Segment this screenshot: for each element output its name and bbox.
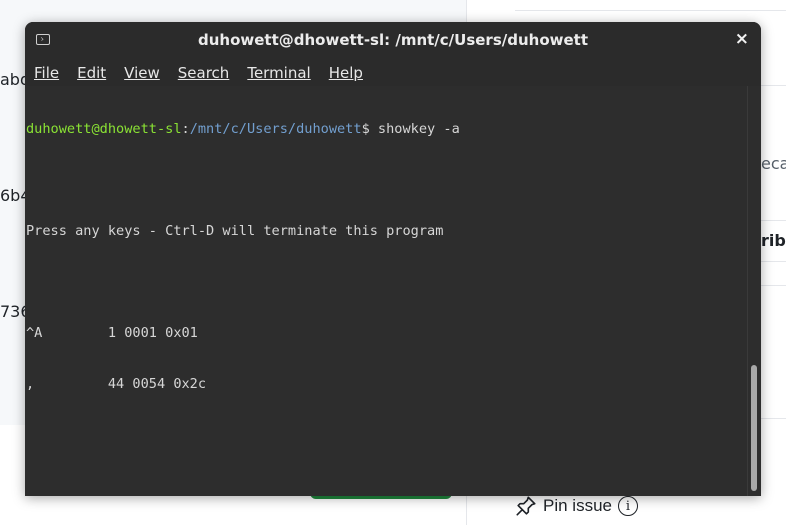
menu-file[interactable]: File (25, 64, 68, 82)
background-text-fragment: eca (761, 154, 786, 173)
window-titlebar[interactable]: duhowett@dhowett-sl: /mnt/c/Users/duhowe… (25, 22, 761, 59)
background-divider-line (515, 10, 786, 11)
menu-search[interactable]: Search (169, 64, 239, 82)
menu-help[interactable]: Help (320, 64, 372, 82)
prompt-command: $ showkey -a (361, 121, 460, 137)
menu-file-label: File (34, 63, 60, 82)
pin-issue-label: Pin issue (543, 496, 612, 515)
menu-view[interactable]: View (115, 64, 169, 82)
scrollbar-track (747, 86, 748, 496)
terminal-line: , 44 0054 0x2c (26, 376, 207, 392)
terminal-output[interactable]: duhowett@dhowett-sl:/mnt/c/Users/duhowet… (25, 86, 747, 496)
pin-icon (516, 496, 536, 516)
pin-issue-button[interactable]: Pin issue i (515, 495, 638, 517)
prompt-path: /mnt/c/Users/duhowett (189, 121, 362, 137)
menu-terminal-label: Terminal (247, 63, 311, 82)
menu-help-label: Help (328, 63, 363, 82)
terminal-line: ^A 1 0001 0x01 (26, 325, 198, 341)
menu-edit[interactable]: Edit (68, 64, 115, 82)
prompt-user: duhowett@dhowett-sl (26, 121, 182, 137)
info-icon[interactable]: i (617, 496, 638, 516)
background-text-fragment: ribe (761, 231, 786, 250)
terminal-scrollbar[interactable] (747, 86, 761, 496)
prompt-separator: : (181, 121, 190, 137)
terminal-window: duhowett@dhowett-sl: /mnt/c/Users/duhowe… (25, 22, 761, 496)
menu-search-label: Search (177, 63, 230, 82)
menu-edit-label: Edit (77, 63, 107, 82)
menu-terminal[interactable]: Terminal (238, 64, 319, 82)
close-button[interactable]: × (735, 29, 749, 49)
terminal-line: Press any keys - Ctrl-D will terminate t… (26, 223, 444, 239)
scrollbar-thumb[interactable] (751, 365, 757, 491)
menu-view-label: View (124, 63, 160, 82)
menu-bar: File Edit View Search Terminal Help (25, 59, 761, 86)
window-title: duhowett@dhowett-sl: /mnt/c/Users/duhowe… (197, 31, 589, 49)
terminal-prompt-line: duhowett@dhowett-sl:/mnt/c/Users/duhowet… (26, 121, 747, 138)
